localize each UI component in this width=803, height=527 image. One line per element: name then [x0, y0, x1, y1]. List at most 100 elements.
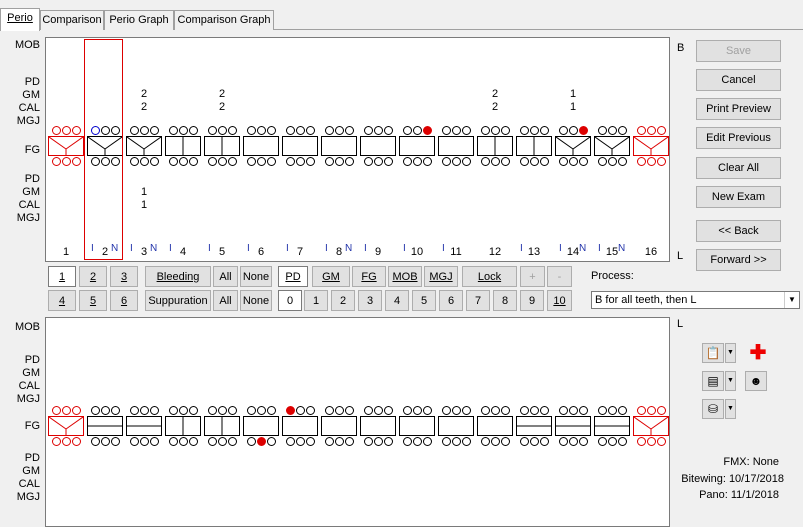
site-circle[interactable]	[188, 126, 198, 135]
tooth-box[interactable]	[282, 136, 318, 156]
site-circle[interactable]	[71, 437, 81, 446]
tooth-9[interactable]	[360, 406, 396, 446]
site-circle[interactable]	[256, 126, 266, 135]
site-circle[interactable]	[168, 437, 178, 446]
site-circle[interactable]	[110, 406, 120, 415]
site-circle[interactable]	[558, 157, 568, 166]
site-circle[interactable]	[217, 157, 227, 166]
site-circle[interactable]	[344, 157, 354, 166]
site-circle[interactable]	[636, 437, 646, 446]
tooth-box[interactable]	[243, 416, 279, 436]
measure-value[interactable]: 2	[487, 88, 503, 100]
site-circle[interactable]	[256, 406, 266, 415]
site-circle[interactable]	[529, 126, 539, 135]
tab-perio-graph[interactable]: Perio Graph	[104, 10, 174, 30]
tooth-box[interactable]	[555, 416, 591, 436]
site-circle[interactable]	[51, 406, 61, 415]
site-circle[interactable]	[480, 437, 490, 446]
tooth-box[interactable]	[399, 136, 435, 156]
site-circle[interactable]	[178, 437, 188, 446]
site-circle[interactable]	[285, 437, 295, 446]
tooth-box[interactable]	[555, 136, 591, 156]
site-circle[interactable]	[266, 157, 276, 166]
site-circle[interactable]	[61, 126, 71, 135]
tooth-box[interactable]	[360, 416, 396, 436]
site-circle[interactable]	[636, 406, 646, 415]
site-circle[interactable]	[402, 406, 412, 415]
site-circle[interactable]	[305, 126, 315, 135]
site-circle[interactable]	[207, 437, 217, 446]
site-circle[interactable]	[295, 157, 305, 166]
lock-button[interactable]: Lock	[462, 266, 517, 287]
site-circle[interactable]	[217, 437, 227, 446]
digit-8-button[interactable]: 8	[493, 290, 517, 311]
tooth-box[interactable]	[165, 416, 201, 436]
tooth-box[interactable]	[321, 416, 357, 436]
cancel-button[interactable]: Cancel	[696, 69, 781, 91]
quadrant-1-button[interactable]: 1	[48, 266, 76, 287]
site-circle[interactable]	[188, 157, 198, 166]
site-circle[interactable]	[373, 437, 383, 446]
tooth-8[interactable]	[321, 406, 357, 446]
site-circle[interactable]	[149, 157, 159, 166]
site-circle[interactable]	[139, 126, 149, 135]
upper-perio-chart[interactable]: 1 2 3 4 5 6 7 8 9 10 11 12 13 14 15 16 I N I N I I I I I N I I I I I N I…	[45, 37, 670, 262]
tooth-box[interactable]	[321, 136, 357, 156]
measure-value[interactable]: 2	[487, 101, 503, 113]
plus-button[interactable]: +	[520, 266, 545, 287]
site-circle[interactable]	[636, 157, 646, 166]
quadrant-5-button[interactable]: 5	[79, 290, 107, 311]
site-circle[interactable]	[324, 406, 334, 415]
site-circle[interactable]	[490, 157, 500, 166]
site-circle[interactable]	[295, 406, 305, 415]
digit-6-button[interactable]: 6	[439, 290, 463, 311]
tooth-box[interactable]	[48, 136, 84, 156]
site-circle[interactable]	[636, 126, 646, 135]
site-circle[interactable]	[227, 406, 237, 415]
site-circle[interactable]	[461, 406, 471, 415]
tooth-2[interactable]	[87, 406, 123, 446]
site-circle[interactable]	[500, 126, 510, 135]
site-circle[interactable]	[422, 157, 432, 166]
site-circle[interactable]	[490, 406, 500, 415]
site-circle[interactable]	[412, 126, 422, 135]
site-circle[interactable]	[500, 406, 510, 415]
site-circle[interactable]	[217, 406, 227, 415]
site-circle[interactable]	[227, 437, 237, 446]
suppuration-none-button[interactable]: None	[240, 290, 272, 311]
site-circle[interactable]	[207, 126, 217, 135]
tooth-16[interactable]	[633, 406, 669, 446]
measure-value[interactable]: 1	[565, 101, 581, 113]
site-circle[interactable]	[373, 406, 383, 415]
site-circle[interactable]	[558, 126, 568, 135]
site-circle[interactable]	[519, 406, 529, 415]
digit-0-button[interactable]: 0	[278, 290, 302, 311]
site-circle[interactable]	[480, 157, 490, 166]
site-circle[interactable]	[568, 437, 578, 446]
site-circle[interactable]	[178, 157, 188, 166]
new-exam-button[interactable]: New Exam	[696, 186, 781, 208]
tooth-box[interactable]	[48, 416, 84, 436]
site-circle[interactable]	[266, 437, 276, 446]
lower-perio-chart[interactable]	[45, 317, 670, 527]
site-circle[interactable]	[285, 406, 295, 415]
site-circle[interactable]	[168, 157, 178, 166]
site-circle[interactable]	[383, 157, 393, 166]
edit-previous-button[interactable]: Edit Previous	[696, 127, 781, 149]
site-circle[interactable]	[295, 437, 305, 446]
site-circle[interactable]	[422, 437, 432, 446]
site-circle[interactable]	[129, 437, 139, 446]
site-circle[interactable]	[578, 437, 588, 446]
site-circle[interactable]	[295, 126, 305, 135]
site-circle[interactable]	[568, 406, 578, 415]
print-preview-button[interactable]: Print Preview	[696, 98, 781, 120]
site-circle[interactable]	[402, 157, 412, 166]
site-circle[interactable]	[51, 437, 61, 446]
site-circle[interactable]	[402, 437, 412, 446]
site-circle[interactable]	[441, 157, 451, 166]
bleeding-button[interactable]: Bleeding	[145, 266, 211, 287]
tooth-box[interactable]	[594, 136, 630, 156]
site-circle[interactable]	[607, 157, 617, 166]
site-circle[interactable]	[519, 157, 529, 166]
site-circle[interactable]	[383, 126, 393, 135]
